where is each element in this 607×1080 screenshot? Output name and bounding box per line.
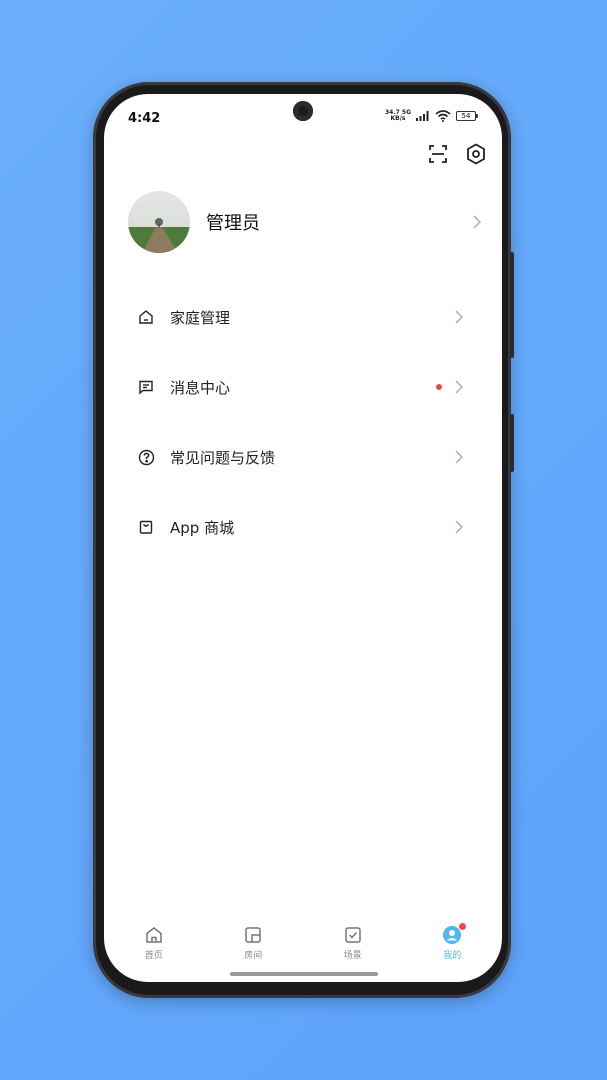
- tab-scenes[interactable]: 场景: [303, 920, 403, 970]
- bottom-tab-bar: 首页 房间 场景 我的: [104, 920, 502, 970]
- chevron-right-icon: [452, 450, 466, 464]
- tab-label: 房间: [244, 951, 263, 961]
- profile-row[interactable]: 管理员: [128, 190, 484, 254]
- menu-item-label: 消息中心: [170, 378, 231, 397]
- front-camera: [293, 101, 313, 121]
- chevron-right-icon: [452, 380, 466, 394]
- tab-mine[interactable]: 我的: [403, 920, 503, 970]
- avatar[interactable]: [128, 191, 190, 253]
- menu-item-label: 家庭管理: [170, 308, 231, 327]
- menu-item-home-management[interactable]: 家庭管理: [104, 282, 502, 352]
- menu-item-label: 常见问题与反馈: [170, 448, 276, 467]
- menu-item-app-store[interactable]: App 商城: [104, 492, 502, 562]
- tab-label: 我的: [443, 951, 462, 961]
- status-bar: 4:42 34.7 5G KB/s 54: [104, 94, 502, 140]
- room-icon: [245, 927, 261, 943]
- power-button: [510, 414, 514, 472]
- menu-item-message-center[interactable]: 消息中心: [104, 352, 502, 422]
- shopping-bag-icon: [137, 518, 155, 536]
- home-icon: [137, 308, 155, 326]
- signal-icon: [416, 111, 429, 121]
- chevron-right-icon: [470, 215, 484, 229]
- status-time: 4:42: [128, 111, 161, 126]
- chevron-right-icon: [452, 520, 466, 534]
- scene-check-icon: [345, 927, 361, 943]
- status-indicators: 34.7 5G KB/s 54: [385, 110, 478, 122]
- network-speed: 34.7 5G KB/s: [385, 110, 411, 122]
- volume-button: [510, 252, 514, 358]
- phone-screen: 4:42 34.7 5G KB/s 54 管理员 家庭管理 消息中心 常见问题与…: [104, 94, 502, 982]
- menu-item-faq-feedback[interactable]: 常见问题与反馈: [104, 422, 502, 492]
- scan-icon: [429, 145, 447, 163]
- unread-badge: [436, 384, 442, 390]
- home-icon: [146, 927, 162, 943]
- message-icon: [137, 378, 155, 396]
- settings-hexagon-icon: [467, 143, 485, 165]
- wifi-icon: [435, 110, 451, 122]
- menu-item-label: App 商城: [170, 518, 235, 537]
- chevron-right-icon: [452, 310, 466, 324]
- battery-level: 54: [456, 111, 476, 121]
- tab-rooms[interactable]: 房间: [204, 920, 304, 970]
- menu-list: 家庭管理 消息中心 常见问题与反馈 App 商城: [104, 282, 502, 562]
- notification-dot: [458, 923, 466, 930]
- settings-button[interactable]: [464, 142, 488, 166]
- tab-label: 场景: [343, 951, 362, 961]
- tab-home[interactable]: 首页: [104, 920, 204, 970]
- scan-button[interactable]: [426, 142, 450, 166]
- top-actions: [426, 142, 488, 166]
- home-indicator[interactable]: [230, 972, 378, 976]
- network-speed-unit: KB/s: [390, 115, 406, 122]
- battery-icon: 54: [456, 111, 478, 121]
- help-icon: [137, 448, 155, 466]
- profile-name: 管理员: [206, 213, 260, 234]
- tab-label: 首页: [144, 951, 163, 961]
